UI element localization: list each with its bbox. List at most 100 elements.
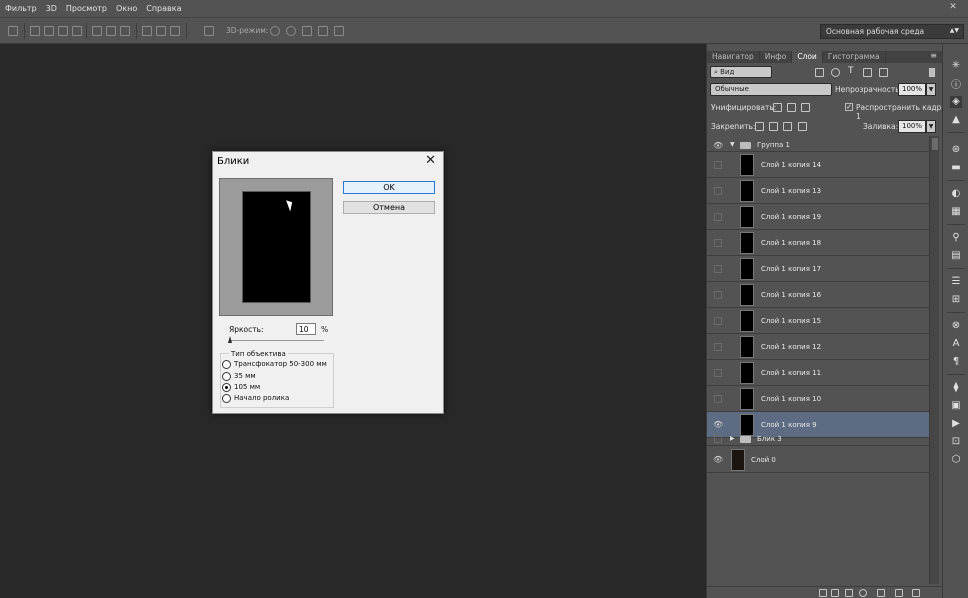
brush-icon[interactable]: ⚲ bbox=[950, 232, 962, 244]
tab-info[interactable]: Инфо bbox=[760, 51, 793, 63]
propagate-checkbox[interactable]: ✓ bbox=[845, 103, 853, 111]
visibility-off-box[interactable] bbox=[714, 239, 722, 247]
distribute-hcenter-icon[interactable] bbox=[156, 26, 166, 36]
brightness-slider-track[interactable] bbox=[229, 340, 324, 341]
filter-smart-object-icon[interactable] bbox=[879, 68, 888, 77]
color-icon[interactable]: ◐ bbox=[950, 188, 962, 200]
distribute-center-icon[interactable] bbox=[106, 26, 116, 36]
character-icon[interactable]: A bbox=[950, 338, 962, 350]
tab-layers[interactable]: Слои bbox=[792, 51, 823, 63]
unify-style-icon[interactable] bbox=[801, 103, 810, 112]
swatches-icon[interactable]: ▦ bbox=[950, 206, 962, 218]
visibility-off-box[interactable] bbox=[714, 291, 722, 299]
history-icon[interactable]: ▶ bbox=[950, 418, 962, 430]
layer-row[interactable]: Слой 1 копия 16 bbox=[707, 282, 935, 308]
eye-icon[interactable]: 👁 bbox=[713, 141, 723, 150]
drag-3d-icon[interactable] bbox=[302, 26, 312, 36]
brush-presets-icon[interactable]: ▤ bbox=[950, 250, 962, 262]
filter-adjustment-icon[interactable] bbox=[831, 68, 840, 77]
link-layers-icon[interactable] bbox=[819, 589, 827, 597]
visibility-off-box[interactable] bbox=[714, 187, 722, 195]
radio-button[interactable] bbox=[222, 393, 231, 403]
visibility-off-box[interactable] bbox=[714, 343, 722, 351]
filter-shape-icon[interactable] bbox=[863, 68, 872, 77]
unify-visibility-icon[interactable] bbox=[787, 103, 796, 112]
adjustments-icon[interactable]: ☰ bbox=[950, 276, 962, 288]
visibility-off-box[interactable] bbox=[714, 435, 722, 443]
layer-row[interactable]: Слой 1 копия 13 bbox=[707, 178, 935, 204]
eye-icon[interactable]: 👁 bbox=[713, 455, 723, 464]
align-bottom-icon[interactable] bbox=[58, 26, 68, 36]
scale-3d-icon[interactable] bbox=[334, 26, 344, 36]
layer-row[interactable]: Слой 1 копия 12 bbox=[707, 334, 935, 360]
collapsed-group-row[interactable]: ▶ Блик 3 bbox=[707, 432, 935, 446]
brightness-input[interactable]: 10 bbox=[296, 323, 316, 335]
panel-menu-icon[interactable]: ≡ bbox=[930, 51, 937, 60]
adjustment-layer-icon[interactable] bbox=[859, 589, 867, 597]
tool-presets-icon[interactable]: ▣ bbox=[950, 400, 962, 412]
group-row[interactable]: 👁 ▼ Группа 1 bbox=[707, 138, 935, 152]
clone-source-icon[interactable]: ▬ bbox=[950, 162, 962, 174]
radio-button[interactable] bbox=[222, 359, 231, 369]
properties-icon[interactable]: ⧫ bbox=[950, 382, 962, 394]
layer-row[interactable]: Слой 1 копия 18 bbox=[707, 230, 935, 256]
layers-scrollbar[interactable] bbox=[929, 136, 939, 584]
histogram-icon[interactable]: ▲ bbox=[950, 114, 962, 126]
distribute-left-icon[interactable] bbox=[142, 26, 152, 36]
align-vcenter-icon[interactable] bbox=[44, 26, 54, 36]
menu-3d[interactable]: 3D bbox=[46, 4, 57, 13]
visibility-off-box[interactable] bbox=[714, 161, 722, 169]
channels-icon[interactable]: ⊗ bbox=[950, 320, 962, 332]
visibility-off-box[interactable] bbox=[714, 369, 722, 377]
radio-button[interactable] bbox=[222, 371, 231, 381]
tab-navigator[interactable]: Навигатор bbox=[707, 51, 760, 63]
scrollbar-thumb[interactable] bbox=[932, 138, 938, 150]
lock-pixels-icon[interactable] bbox=[769, 122, 778, 131]
layer-row[interactable]: Слой 1 копия 10 bbox=[707, 386, 935, 412]
layer-row[interactable]: Слой 1 копия 19 bbox=[707, 204, 935, 230]
actions-icon[interactable]: ⊡ bbox=[950, 436, 962, 448]
new-layer-icon[interactable] bbox=[895, 589, 903, 597]
paragraph-icon[interactable]: ¶ bbox=[950, 356, 962, 368]
collapse-triangle-icon[interactable]: ▶ bbox=[730, 435, 735, 442]
menu-help[interactable]: Справка bbox=[146, 4, 181, 13]
unify-position-icon[interactable] bbox=[773, 103, 782, 112]
lock-position-icon[interactable] bbox=[783, 122, 792, 131]
distribute-bottom-icon[interactable] bbox=[120, 26, 130, 36]
styles-icon[interactable]: ⊞ bbox=[950, 294, 962, 306]
menu-view[interactable]: Просмотр bbox=[66, 4, 107, 13]
flare-preview[interactable] bbox=[219, 178, 333, 316]
menu-filter[interactable]: Фильтр bbox=[5, 4, 37, 13]
eye-icon[interactable]: 👁 bbox=[713, 420, 723, 429]
fill-input[interactable]: 100% bbox=[898, 120, 926, 133]
layer-row[interactable]: Слой 1 копия 14 bbox=[707, 152, 935, 178]
expand-triangle-icon[interactable]: ▼ bbox=[730, 141, 735, 148]
visibility-off-box[interactable] bbox=[714, 265, 722, 273]
visibility-off-box[interactable] bbox=[714, 317, 722, 325]
opacity-dropdown-icon[interactable]: ▼ bbox=[926, 83, 936, 96]
align-top-icon[interactable] bbox=[30, 26, 40, 36]
workspace-select[interactable]: Основная рабочая среда ▲▼ bbox=[820, 24, 964, 39]
visibility-off-box[interactable] bbox=[714, 395, 722, 403]
fx-icon[interactable] bbox=[831, 589, 839, 597]
info-icon[interactable]: ⓘ bbox=[950, 80, 962, 92]
new-group-icon[interactable] bbox=[877, 589, 885, 597]
distribute-top-icon[interactable] bbox=[92, 26, 102, 36]
layer-row-base[interactable]: 👁 Слой 0 bbox=[707, 447, 935, 473]
lens-option-movie-prime[interactable]: Начало ролика bbox=[222, 393, 289, 403]
lock-transparent-icon[interactable] bbox=[755, 122, 764, 131]
auto-align-icon[interactable] bbox=[204, 26, 214, 36]
trash-icon[interactable] bbox=[912, 589, 920, 597]
distribute-right-icon[interactable] bbox=[170, 26, 180, 36]
fill-dropdown-icon[interactable]: ▼ bbox=[926, 120, 936, 133]
tab-histogram[interactable]: Гистограмма bbox=[823, 51, 886, 63]
filter-toggle-icon[interactable] bbox=[929, 68, 935, 77]
lens-option-105mm[interactable]: 105 мм bbox=[222, 382, 260, 392]
layers-icon[interactable]: ◈ bbox=[950, 96, 962, 108]
preview-image[interactable] bbox=[242, 191, 311, 303]
layer-row[interactable]: Слой 1 копия 15 bbox=[707, 308, 935, 334]
3d-icon[interactable]: ⬡ bbox=[950, 454, 962, 466]
align-left-icon[interactable] bbox=[72, 26, 82, 36]
layer-kind-filter[interactable]: ⌕ Вид bbox=[710, 66, 772, 78]
timeline-icon[interactable]: ⊛ bbox=[950, 144, 962, 156]
